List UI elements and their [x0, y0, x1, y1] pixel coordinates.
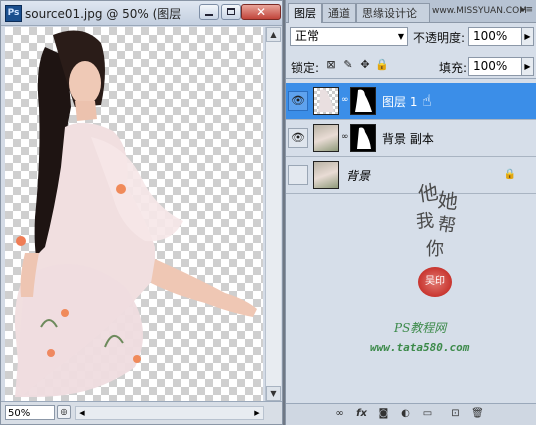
- close-icon: ✕: [255, 5, 267, 19]
- vertical-scrollbar[interactable]: ▲ ▼: [265, 27, 281, 401]
- document-title: source01.jpg @ 50% (图层: [25, 7, 182, 21]
- zoom-field[interactable]: 50%: [5, 405, 55, 420]
- panel-menu-icon[interactable]: ▸≡: [521, 5, 533, 15]
- document-window: Ps source01.jpg @ 50% (图层 ✕ ▲ ▼ 50% ◎ ◀ …: [0, 0, 283, 425]
- lock-transparent-icon[interactable]: ⊠: [324, 58, 338, 72]
- new-group-icon[interactable]: ▭: [420, 407, 435, 421]
- scroll-up-icon[interactable]: ▲: [266, 27, 281, 42]
- calligraphy-char: 我: [415, 210, 435, 233]
- opacity-label: 不透明度:: [413, 31, 466, 45]
- watermark-url: www.tata580.com: [370, 341, 470, 354]
- layer-thumbnail: [313, 161, 339, 189]
- layer-thumbnail: [313, 87, 339, 115]
- layer-mask-thumbnail: [350, 124, 376, 152]
- layer-mask-thumbnail: [350, 87, 376, 115]
- fill-slider-icon[interactable]: ▶: [521, 57, 534, 76]
- link-icon[interactable]: ∞: [341, 95, 349, 105]
- opacity-input[interactable]: 100%: [468, 27, 522, 46]
- minimize-icon: [205, 14, 213, 16]
- opacity-slider-icon[interactable]: ▶: [521, 27, 534, 46]
- delete-layer-icon[interactable]: 🗑: [470, 407, 485, 421]
- calligraphy-char: 你: [426, 239, 444, 260]
- layers-panel: 图层 通道 思缘设计论坛 www.MISSYUAN.COM ▸≡ 正常 ▼ 不透…: [285, 0, 536, 425]
- adjustment-layer-icon[interactable]: ◐: [398, 407, 413, 421]
- canvas[interactable]: [5, 27, 263, 401]
- tab-site[interactable]: 思缘设计论坛: [356, 3, 430, 22]
- layers-panel-toolbar: ∞ fx ◙ ◐ ▭ ⊡ 🗑: [286, 403, 536, 425]
- minimize-button[interactable]: [199, 4, 219, 20]
- hand-cursor-icon: ☝: [422, 91, 432, 110]
- chevron-down-icon: ▼: [397, 32, 404, 41]
- document-titlebar[interactable]: Ps source01.jpg @ 50% (图层 ✕: [1, 1, 282, 26]
- doc-info-icon[interactable]: ◎: [57, 405, 71, 419]
- tab-layers[interactable]: 图层: [288, 3, 322, 23]
- scroll-left-icon[interactable]: ◀: [76, 407, 88, 419]
- horizontal-scrollbar[interactable]: ◀ ▶: [75, 406, 264, 420]
- layer-style-icon[interactable]: fx: [354, 407, 369, 421]
- layer-name[interactable]: 背景 副本: [382, 130, 434, 147]
- scroll-right-icon[interactable]: ▶: [251, 407, 263, 419]
- lock-label: 锁定:: [291, 61, 320, 75]
- fill-input[interactable]: 100%: [468, 57, 522, 76]
- eye-icon[interactable]: 👁: [288, 128, 308, 148]
- status-bar: 50% ◎ ◀ ▶: [1, 401, 282, 424]
- calligraphy-char: 帮: [436, 213, 458, 238]
- panel-tabs: 图层 通道 思缘设计论坛 www.MISSYUAN.COM ▸≡: [286, 0, 536, 23]
- maximize-button[interactable]: [221, 4, 241, 20]
- lock-position-icon[interactable]: ✥: [358, 58, 372, 72]
- layer-row-layer1[interactable]: 👁 ∞ 图层 1 ☝: [286, 83, 536, 120]
- photo-subject: [14, 30, 257, 397]
- tab-overlay-text: www.MISSYUAN.COM: [432, 6, 527, 16]
- new-layer-icon[interactable]: ⊡: [448, 407, 463, 421]
- layer-name[interactable]: 图层 1: [382, 93, 417, 110]
- maximize-icon: [227, 8, 235, 15]
- scroll-down-icon[interactable]: ▼: [266, 386, 281, 401]
- blend-mode-select[interactable]: 正常 ▼: [290, 27, 408, 46]
- link-layers-icon[interactable]: ∞: [332, 407, 347, 421]
- layer-thumbnail: [313, 124, 339, 152]
- photoshop-icon: Ps: [5, 5, 22, 22]
- eye-hidden-icon[interactable]: [288, 165, 308, 185]
- add-mask-icon[interactable]: ◙: [376, 407, 391, 421]
- link-icon[interactable]: ∞: [341, 132, 349, 142]
- watermark-site-name: PS教程网: [394, 321, 447, 335]
- lock-all-icon[interactable]: 🔒: [375, 58, 389, 72]
- lock-row: 锁定: ⊠ ✎ ✥ 🔒 填充: 100% ▶: [286, 54, 536, 78]
- tab-channels[interactable]: 通道: [322, 3, 356, 22]
- blend-row: 正常 ▼ 不透明度: 100% ▶: [286, 23, 536, 51]
- watermark-seal: 吴印: [418, 267, 452, 297]
- lock-image-icon[interactable]: ✎: [341, 58, 355, 72]
- close-button[interactable]: ✕: [241, 4, 281, 20]
- eye-icon[interactable]: 👁: [288, 91, 308, 111]
- fill-label: 填充:: [439, 61, 468, 75]
- blend-mode-value: 正常: [295, 29, 320, 43]
- layer-name[interactable]: 背景: [346, 167, 370, 184]
- calligraphy-char: 他: [416, 179, 440, 207]
- layer-row-background-copy[interactable]: 👁 ∞ 背景 副本: [286, 120, 536, 157]
- layers-list: 👁 ∞ 图层 1 ☝ 👁 ∞ 背景 副本 背景 🔒 他 她 我 帮 你 吴印 P…: [286, 78, 536, 405]
